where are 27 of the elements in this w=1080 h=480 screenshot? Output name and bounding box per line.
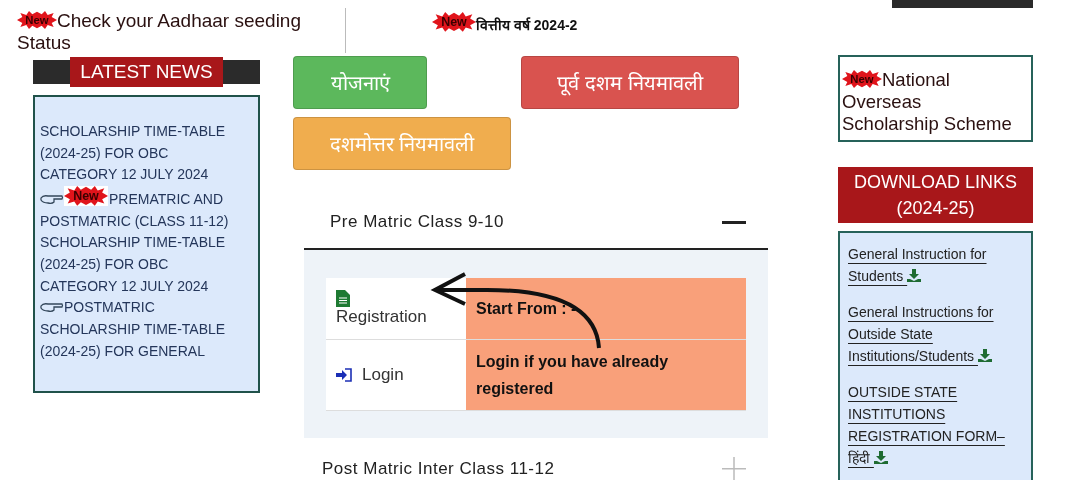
download-link[interactable]: General Instruction for Students [848,243,1019,287]
download-link[interactable]: OUTSIDE STATE INSTITUTIONS REGISTRATION FORM–हिंदी [848,381,1019,469]
download-icon [873,451,888,464]
accordion-header[interactable]: Post Matric Inter Class 11-12 [304,446,768,480]
download-icon [977,349,992,362]
news-link[interactable]: SCHOLARSHIP TIME-TABLE (2024-25) FOR OBC CATEGORY 12 JULY 2024 [40,121,240,187]
new-badge: New [432,12,476,32]
new-badge: New [842,70,882,88]
action-link[interactable]: Login [326,340,466,411]
section-title: DOWNLOAD LINKS (2024-25) [838,167,1033,223]
sign-in-icon [336,368,352,382]
action-link[interactable]: Registration [326,278,466,340]
news-link[interactable]: New PREMATRIC AND POSTMATRIC (CLASS 11-12) SCHOLARSHIP TIME-TABLE (2024-25) FOR OBC CATEGORY 12 JULY 2024 [40,186,240,298]
nav-button[interactable]: पूर्व दशम नियमावली [521,56,739,109]
news-link[interactable]: POSTMATRIC SCHOLARSHIP TIME-TABLE (2024-25) FOR GENERAL [40,297,240,363]
ticker-text: New वित्तीय वर्ष 2024-2 [432,12,578,34]
section-title: LATEST NEWS [70,57,223,87]
document-icon [336,290,350,307]
collapse-icon [722,220,746,224]
new-badge: New [64,186,108,206]
expand-icon [722,457,746,480]
download-icon [907,269,922,282]
aadhaar-notice-link[interactable]: New Check your Aadhaar seeding Status [17,10,327,54]
download-link[interactable]: General Instructions for Outside State Institutions/Students [848,301,1019,367]
new-badge: New [17,11,57,29]
table-cell-text: Login if you have already registered [476,352,670,399]
scheme-notice-link[interactable]: New National Overseas Scholarship Scheme [838,55,1033,142]
